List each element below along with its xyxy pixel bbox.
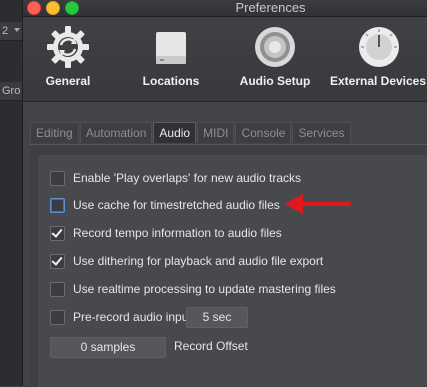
checkmark-icon — [51, 253, 63, 266]
play-overlaps-label: Enable 'Play overlaps' for new audio tra… — [73, 171, 302, 185]
audio-options-group: Enable 'Play overlaps' for new audio tra… — [38, 155, 427, 387]
tab-services[interactable]: Services — [292, 122, 351, 143]
tab-audio[interactable]: Audio — [153, 122, 197, 143]
window-title: Preferences — [235, 0, 306, 15]
preferences-toolbar: General Locations Audio Setup External D… — [23, 17, 427, 102]
prerecord-label: Pre-record audio input — [73, 310, 192, 324]
prerecord-duration-field[interactable]: 5 sec — [186, 307, 248, 328]
option-record-tempo[interactable]: Record tempo information to audio files — [50, 224, 282, 242]
title-bar: Preferences — [23, 0, 427, 17]
knob-icon — [359, 27, 399, 67]
background-cell: 2 — [0, 22, 22, 41]
option-use-cache[interactable]: Use cache for timestretched audio files — [50, 196, 280, 214]
toolbar-external-devices[interactable]: External Devices — [328, 17, 427, 101]
option-realtime-processing[interactable]: Use realtime processing to update master… — [50, 280, 336, 298]
record-tempo-checkbox[interactable] — [50, 225, 65, 241]
toolbar-locations-label: Locations — [142, 74, 200, 88]
prerecord-checkbox[interactable] — [50, 309, 65, 325]
background-cell-text: 2 — [2, 25, 9, 37]
toolbar-general-label: General — [45, 74, 91, 88]
background-cell-text: Gro — [2, 85, 21, 97]
option-play-overlaps[interactable]: Enable 'Play overlaps' for new audio tra… — [50, 169, 301, 187]
drive-icon — [156, 32, 186, 64]
tab-automation[interactable]: Automation — [79, 122, 153, 143]
toolbar-external-devices-label: External Devices — [329, 74, 427, 88]
toolbar-general[interactable]: General — [23, 17, 113, 101]
use-cache-checkbox[interactable] — [50, 197, 65, 213]
annotation-arrow-icon — [285, 194, 351, 214]
option-prerecord[interactable]: Pre-record audio input — [50, 308, 192, 326]
realtime-processing-label: Use realtime processing to update master… — [73, 282, 336, 296]
dropdown-arrow-icon — [14, 28, 20, 32]
preferences-content: Editing Automation Audio MIDI Console Se… — [23, 102, 427, 387]
toolbar-audio-setup-label: Audio Setup — [239, 74, 311, 88]
play-overlaps-checkbox[interactable] — [50, 170, 65, 186]
preferences-window: Preferences General Locations Audio Setu… — [22, 0, 427, 387]
tab-midi[interactable]: MIDI — [197, 122, 235, 143]
use-cache-label: Use cache for timestretched audio files — [73, 198, 280, 212]
dithering-checkbox[interactable] — [50, 253, 65, 269]
preferences-tabs: Editing Automation Audio MIDI Console Se… — [30, 122, 352, 144]
record-offset-label: Record Offset — [174, 339, 248, 353]
toolbar-locations[interactable]: Locations — [128, 17, 214, 101]
toolbar-audio-setup[interactable]: Audio Setup — [228, 17, 322, 101]
dithering-label: Use dithering for playback and audio fil… — [73, 254, 324, 268]
gear-icon — [47, 26, 89, 68]
tab-console[interactable]: Console — [235, 122, 292, 143]
record-tempo-label: Record tempo information to audio files — [73, 226, 282, 240]
background-cell: Gro — [0, 82, 22, 101]
audio-tab-panel: Enable 'Play overlaps' for new audio tra… — [30, 144, 427, 387]
record-offset-field[interactable]: 0 samples — [50, 337, 166, 358]
option-dithering[interactable]: Use dithering for playback and audio fil… — [50, 252, 323, 270]
realtime-processing-checkbox[interactable] — [50, 281, 65, 297]
background-app-strip: 2 Gro — [0, 0, 22, 386]
checkmark-icon — [51, 225, 63, 238]
speaker-icon — [255, 27, 295, 67]
tab-editing[interactable]: Editing — [30, 122, 79, 143]
